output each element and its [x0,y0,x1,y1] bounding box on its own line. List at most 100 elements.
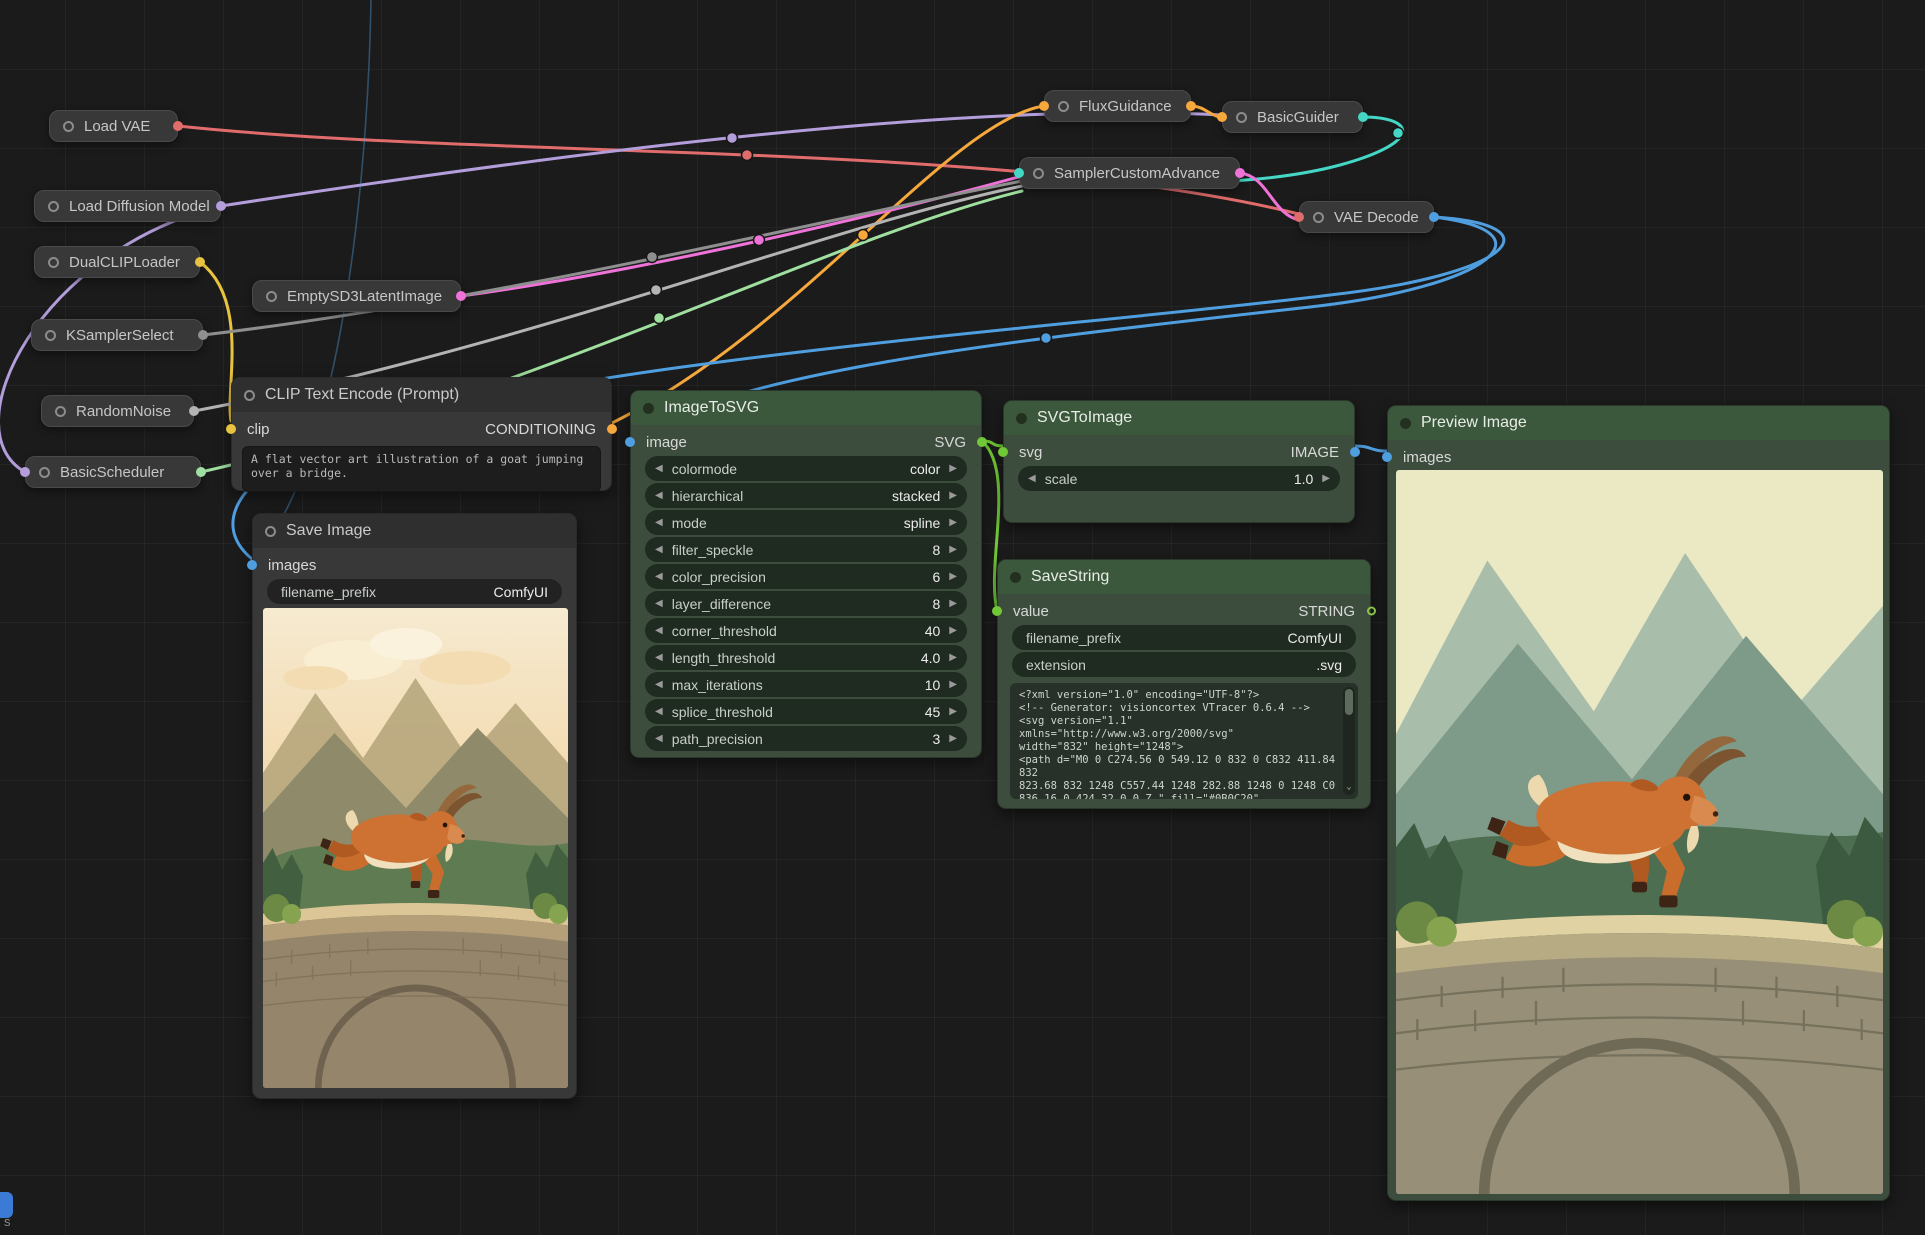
decrement-arrow-icon[interactable]: ◀ [655,544,663,555]
collapse-toggle-icon[interactable] [244,390,255,401]
node-header[interactable]: SaveString [998,560,1370,594]
input-dot-images[interactable] [1382,452,1392,462]
input-dot-svg[interactable] [998,447,1008,457]
scrollbar[interactable]: ⌄ [1343,687,1355,795]
input-dot-model[interactable] [20,467,30,477]
prompt-textarea[interactable]: A flat vector art illustration of a goat… [242,446,601,492]
input-slot-images[interactable]: images [1403,449,1451,466]
input-slot-clip[interactable]: clip [247,421,270,438]
widget-extension[interactable]: extension .svg [1012,652,1356,677]
output-slot-svg[interactable]: SVG [934,434,966,451]
node-fluxguidance[interactable]: FluxGuidance [1044,90,1191,122]
output-slot-image[interactable]: IMAGE [1291,444,1339,461]
node-save-image[interactable]: Save Image images filename_prefix ComfyU… [252,513,577,1099]
input-dot-conditioning[interactable] [1039,101,1049,111]
widget-scale[interactable]: ◀ scale 1.0 ▶ [1018,466,1340,491]
collapse-toggle-icon[interactable] [1033,168,1044,179]
input-slot-value[interactable]: value [1013,603,1049,620]
decrement-arrow-icon[interactable]: ◀ [655,463,663,474]
widget-filter-speckle[interactable]: ◀ filter_speckle 8 ▶ [645,537,967,562]
decrement-arrow-icon[interactable]: ◀ [655,517,663,528]
node-load-vae[interactable]: Load VAE [49,110,178,142]
decrement-arrow-icon[interactable]: ◀ [655,733,663,744]
collapse-toggle-icon[interactable] [48,257,59,268]
decrement-arrow-icon[interactable]: ◀ [655,706,663,717]
increment-arrow-icon[interactable]: ▶ [949,652,957,663]
output-dot-string[interactable] [1367,607,1376,616]
widget-splice-threshold[interactable]: ◀ splice_threshold 45 ▶ [645,699,967,724]
widget-filename-prefix[interactable]: filename_prefix ComfyUI [267,579,562,604]
collapse-toggle-icon[interactable] [1313,212,1324,223]
node-header[interactable]: Save Image [253,514,576,548]
node-header[interactable]: SVGToImage [1004,401,1354,435]
collapse-toggle-icon[interactable] [48,201,59,212]
node-dualcliploader[interactable]: DualCLIPLoader [34,246,200,278]
widget-colormode[interactable]: ◀ colormode color ▶ [645,456,967,481]
output-dot-latent[interactable] [1235,168,1245,178]
input-slot-svg[interactable]: svg [1019,444,1042,461]
node-svg-to-image[interactable]: SVGToImage svg IMAGE ◀ scale 1.0 ▶ [1003,400,1355,523]
output-dot-model[interactable] [216,201,226,211]
node-header[interactable]: Preview Image [1388,406,1889,440]
output-dot-vae[interactable] [173,121,183,131]
node-basicscheduler[interactable]: BasicScheduler [25,456,201,488]
increment-arrow-icon[interactable]: ▶ [949,463,957,474]
output-dot-svg[interactable] [977,437,987,447]
input-slot-image[interactable]: image [646,434,687,451]
widget-hierarchical[interactable]: ◀ hierarchical stacked ▶ [645,483,967,508]
node-vae-decode[interactable]: VAE Decode [1299,201,1434,233]
node-image-to-svg[interactable]: ImageToSVG image SVG ◀ colormode color ▶… [630,390,982,758]
collapse-toggle-icon[interactable] [1010,572,1021,583]
node-graph-canvas[interactable]: Load VAE Load Diffusion Model DualCLIPLo… [0,0,1925,1235]
output-dot-sampler[interactable] [198,330,208,340]
decrement-arrow-icon[interactable]: ◀ [1028,473,1036,484]
increment-arrow-icon[interactable]: ▶ [949,517,957,528]
node-samplercustomadvance[interactable]: SamplerCustomAdvance [1019,157,1240,189]
output-dot-image[interactable] [1429,212,1439,222]
output-dot-conditioning[interactable] [1186,101,1196,111]
output-slot-conditioning[interactable]: CONDITIONING [485,421,596,438]
scroll-down-icon[interactable]: ⌄ [1343,781,1355,794]
collapse-toggle-icon[interactable] [45,330,56,341]
output-dot-clip[interactable] [195,257,205,267]
decrement-arrow-icon[interactable]: ◀ [655,652,663,663]
increment-arrow-icon[interactable]: ▶ [949,598,957,609]
node-randomnoise[interactable]: RandomNoise [41,395,194,427]
collapse-toggle-icon[interactable] [265,526,276,537]
input-dot-image[interactable] [625,437,635,447]
decrement-arrow-icon[interactable]: ◀ [655,625,663,636]
collapse-toggle-icon[interactable] [55,406,66,417]
input-dot-clip[interactable] [226,424,236,434]
node-load-diffusion-model[interactable]: Load Diffusion Model [34,190,221,222]
output-dot-noise[interactable] [189,406,199,416]
widget-path-precision[interactable]: ◀ path_precision 3 ▶ [645,726,967,751]
decrement-arrow-icon[interactable]: ◀ [655,598,663,609]
node-basicguider[interactable]: BasicGuider [1222,101,1363,133]
increment-arrow-icon[interactable]: ▶ [949,733,957,744]
decrement-arrow-icon[interactable]: ◀ [655,679,663,690]
widget-length-threshold[interactable]: ◀ length_threshold 4.0 ▶ [645,645,967,670]
decrement-arrow-icon[interactable]: ◀ [655,490,663,501]
increment-arrow-icon[interactable]: ▶ [949,679,957,690]
input-dot-images[interactable] [247,560,257,570]
node-header[interactable]: ImageToSVG [631,391,981,425]
input-dot-guider[interactable] [1014,168,1024,178]
decrement-arrow-icon[interactable]: ◀ [655,571,663,582]
widget-filename-prefix[interactable]: filename_prefix ComfyUI [1012,625,1356,650]
svg-code-textarea[interactable]: <?xml version="1.0" encoding="UTF-8"?> <… [1010,683,1358,799]
collapse-toggle-icon[interactable] [39,467,50,478]
widget-mode[interactable]: ◀ mode spline ▶ [645,510,967,535]
collapse-toggle-icon[interactable] [1236,112,1247,123]
output-dot-image[interactable] [1350,447,1360,457]
widget-max-iterations[interactable]: ◀ max_iterations 10 ▶ [645,672,967,697]
output-dot-sigmas[interactable] [196,467,206,477]
widget-layer-difference[interactable]: ◀ layer_difference 8 ▶ [645,591,967,616]
node-preview-image[interactable]: Preview Image images [1387,405,1890,1201]
collapse-toggle-icon[interactable] [1400,418,1411,429]
increment-arrow-icon[interactable]: ▶ [1322,473,1330,484]
increment-arrow-icon[interactable]: ▶ [949,571,957,582]
scrollbar-thumb[interactable] [1345,689,1353,715]
widget-color-precision[interactable]: ◀ color_precision 6 ▶ [645,564,967,589]
collapse-toggle-icon[interactable] [266,291,277,302]
input-dot-value[interactable] [992,606,1002,616]
